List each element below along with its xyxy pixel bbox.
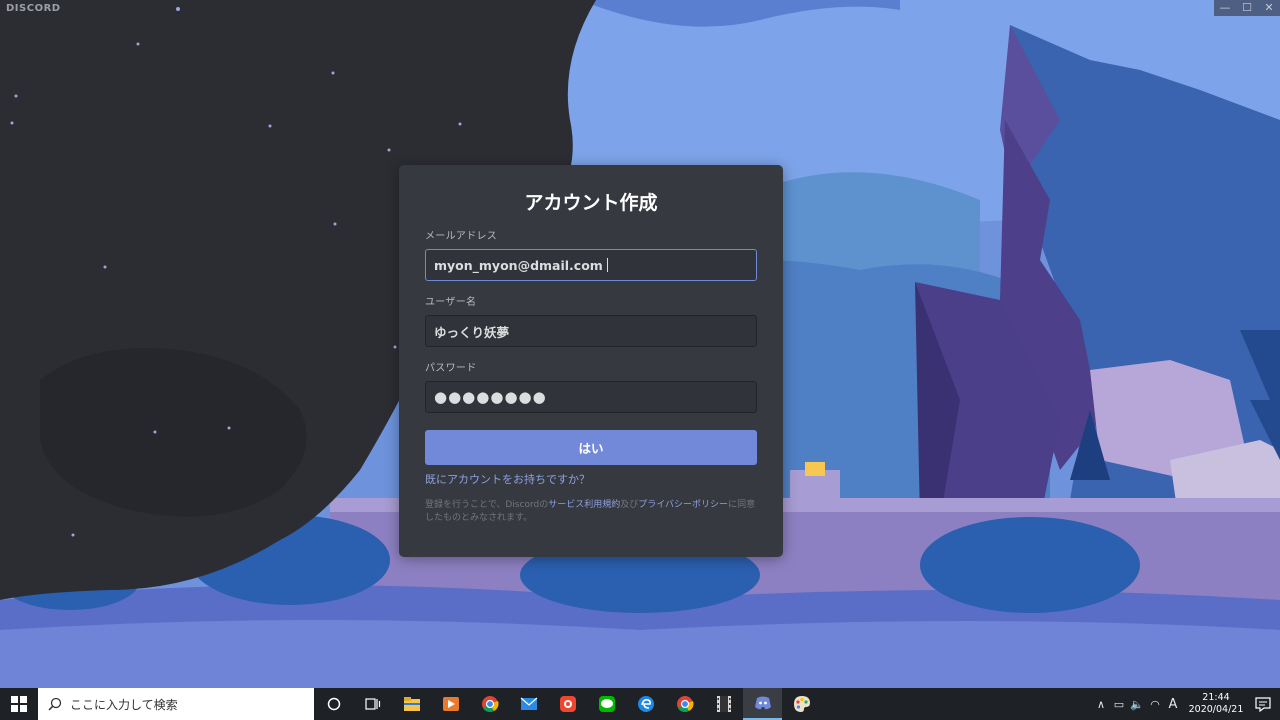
taskbar: ここに入力して検索 ∧ ▭ 🔈 ◠ A 21:44 2020/04/21 xyxy=(0,688,1280,720)
file-explorer-icon xyxy=(403,697,420,711)
search-placeholder: ここに入力して検索 xyxy=(70,697,178,712)
ime-indicator[interactable]: A xyxy=(1164,697,1182,712)
password-value: ●●●●●●●● xyxy=(434,388,547,406)
taskbar-app-camera[interactable] xyxy=(548,688,587,720)
media-player-icon xyxy=(442,697,459,711)
notification-button[interactable] xyxy=(1246,696,1280,712)
taskbar-app-line[interactable] xyxy=(587,688,626,720)
discord-icon xyxy=(754,696,771,710)
taskbar-search-box[interactable]: ここに入力して検索 xyxy=(38,688,314,720)
wifi-icon[interactable]: ◠ xyxy=(1146,698,1164,711)
line-icon xyxy=(598,696,615,712)
taskbar-app-discord[interactable] xyxy=(743,688,782,720)
window-controls: — ☐ ✕ xyxy=(1214,0,1280,16)
tray-chevron-up-icon[interactable]: ∧ xyxy=(1092,698,1110,711)
maximize-button[interactable]: ☐ xyxy=(1236,0,1258,16)
register-card: アカウント作成 メールアドレス myon_myon@dmail.com ユーザー… xyxy=(399,165,783,557)
task-view-icon xyxy=(364,698,380,710)
film-icon xyxy=(716,696,731,712)
close-button[interactable]: ✕ xyxy=(1258,0,1280,16)
edge-icon xyxy=(637,696,654,712)
terms-of-service-link[interactable]: サービス利用規約 xyxy=(548,500,620,510)
taskbar-app-chrome-2[interactable] xyxy=(665,688,704,720)
password-field[interactable]: ●●●●●●●● xyxy=(425,381,757,413)
submit-button[interactable]: はい xyxy=(425,430,757,465)
page-title: アカウント作成 xyxy=(524,192,658,214)
app-brand-logo: DISCORD xyxy=(6,3,61,14)
cortana-button[interactable] xyxy=(314,688,353,720)
email-value: myon_myon@dmail.com xyxy=(434,257,603,273)
taskbar-app-file-explorer[interactable] xyxy=(392,688,431,720)
taskbar-app-edge[interactable] xyxy=(626,688,665,720)
privacy-policy-link[interactable]: プライバシーポリシー xyxy=(638,500,728,510)
terms-prefix: 登録を行うことで、Discordの xyxy=(425,500,549,510)
chrome-icon xyxy=(481,696,499,713)
username-label: ユーザー名 xyxy=(425,297,477,308)
email-field[interactable]: myon_myon@dmail.com xyxy=(425,249,757,281)
taskbar-app-chrome[interactable] xyxy=(470,688,509,720)
task-view-button[interactable] xyxy=(353,688,392,720)
search-icon xyxy=(48,697,62,711)
clock-date: 2020/04/21 xyxy=(1188,704,1244,715)
taskbar-app-mail[interactable] xyxy=(509,688,548,720)
paint-icon xyxy=(793,696,810,712)
start-button[interactable] xyxy=(0,688,38,720)
chrome-icon xyxy=(676,696,694,713)
username-value: ゆっくり妖夢 xyxy=(434,324,510,340)
mail-icon xyxy=(520,697,537,710)
camera-app-icon xyxy=(559,696,576,712)
terms-text: 登録を行うことで、Discordのサービス利用規約及びプライバシーポリシーに同意… xyxy=(425,499,757,525)
system-tray: ∧ ▭ 🔈 ◠ A 21:44 2020/04/21 xyxy=(1092,688,1280,720)
windows-logo-icon xyxy=(11,696,27,712)
password-label: パスワード xyxy=(425,363,477,374)
battery-icon[interactable]: ▭ xyxy=(1110,698,1128,711)
minimize-button[interactable]: — xyxy=(1214,0,1236,16)
taskbar-app-video-editor[interactable] xyxy=(704,688,743,720)
email-label: メールアドレス xyxy=(425,231,498,242)
taskbar-app-paint[interactable] xyxy=(782,688,821,720)
volume-icon[interactable]: 🔈 xyxy=(1128,698,1146,711)
cortana-icon xyxy=(327,697,340,711)
notification-icon xyxy=(1255,696,1271,712)
clock-time: 21:44 xyxy=(1202,692,1230,703)
taskbar-clock[interactable]: 21:44 2020/04/21 xyxy=(1186,692,1246,716)
terms-and: 及び xyxy=(620,500,639,510)
taskbar-app-media-player[interactable] xyxy=(431,688,470,720)
text-caret xyxy=(606,258,608,272)
login-link[interactable]: 既にアカウントをお持ちですか？ xyxy=(425,473,757,487)
username-field[interactable]: ゆっくり妖夢 xyxy=(425,315,757,347)
